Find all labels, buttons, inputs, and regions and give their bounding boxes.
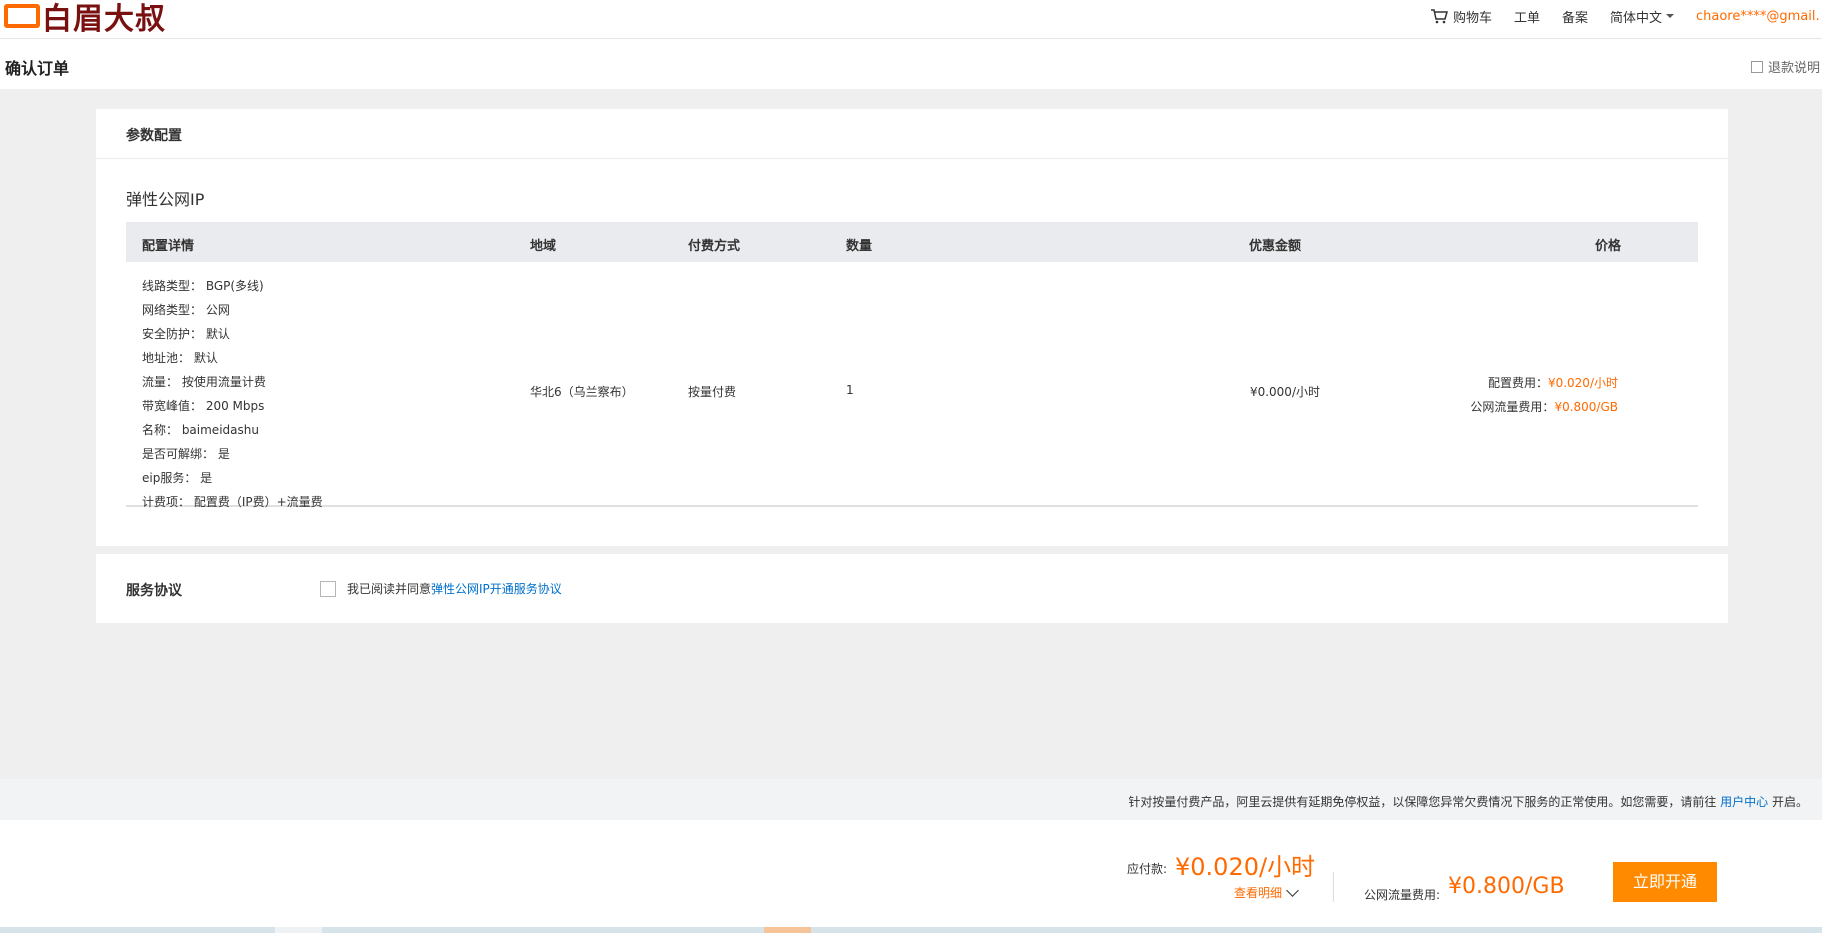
bottom-scroll-strip: [0, 927, 1822, 933]
config-line-network-type: 网络类型： 公网: [142, 303, 230, 317]
quantity-value: 1: [846, 383, 854, 397]
column-discount: 优惠金额: [1249, 239, 1302, 254]
notice-message: 针对按量付费产品，阿里云提供有延期免停权益，以保障您异常欠费情况下服务的正常使用…: [1128, 795, 1721, 809]
price-config-label: 配置费用：: [1487, 376, 1548, 390]
config-line-bandwidth: 带宽峰值： 200 Mbps: [142, 399, 265, 413]
column-payment: 付费方式: [688, 239, 741, 254]
price-traffic-label: 公网流量费用：: [1470, 400, 1555, 414]
table-row: 线路类型： BGP(多线) 网络类型： 公网 安全防护： 默认 地址池： 默认 …: [126, 262, 1698, 509]
agreement-row: 我已阅读并同意 弹性公网IP开通服务协议: [320, 580, 562, 597]
refund-label: 退款说明: [1767, 61, 1820, 76]
config-card-header: 参数配置: [96, 109, 1728, 159]
notice-text: 针对按量付费产品，阿里云提供有延期免停权益，以保障您异常欠费情况下服务的正常使用…: [1128, 793, 1808, 810]
config-line-unbindable: 是否可解绑： 是: [142, 447, 230, 461]
deferral-notice: 针对按量付费产品，阿里云提供有延期免停权益，以保障您异常欠费情况下服务的正常使用…: [0, 779, 1822, 820]
bottom-strip-segment: [764, 927, 811, 933]
payment-value: 按量付费: [688, 385, 737, 399]
config-line-billing-items: 计费项： 配置费（IP费）+流量费: [142, 495, 323, 509]
user-account-link[interactable]: chaore****@gmail.com: [1696, 9, 1820, 24]
language-label: 简体中文: [1609, 10, 1662, 26]
traffic-fee-label: 公网流量费用:: [1364, 888, 1441, 902]
product-name: 弹性公网IP: [126, 190, 205, 209]
column-quantity: 数量: [846, 239, 873, 254]
config-detail-list: 线路类型： BGP(多线) 网络类型： 公网 安全防护： 默认 地址池： 默认 …: [142, 274, 323, 514]
notice-suffix: 开启。: [1768, 795, 1808, 809]
price-traffic: 公网流量费用：¥0.800/GB: [1470, 395, 1618, 419]
cart-label: 购物车: [1452, 10, 1492, 26]
config-card: 参数配置 弹性公网IP 配置详情 地域 付费方式 数量 优惠金额 价格 线路类型…: [96, 109, 1728, 546]
cart-icon: [1430, 9, 1448, 24]
refund-link[interactable]: 退款说明: [1750, 57, 1820, 76]
pay-label: 应付款:: [1127, 862, 1168, 876]
config-line-address-pool: 地址池： 默认: [142, 351, 218, 365]
logo-mark-icon: [4, 4, 40, 28]
region-value: 华北6（乌兰察布）: [530, 385, 634, 399]
config-line-name: 名称： baimeidashu: [142, 423, 259, 437]
pay-amount: ¥0.020/小时: [1175, 853, 1316, 881]
view-details-label: 查看明细: [1234, 886, 1283, 900]
column-region: 地域: [530, 239, 557, 254]
bottom-strip-segment: [275, 927, 322, 933]
order-footer: 应付款: ¥0.020/小时 查看明细 公网流量费用: ¥0.800/GB 立即…: [0, 820, 1822, 927]
agreement-link[interactable]: 弹性公网IP开通服务协议: [431, 580, 562, 597]
config-line-security: 安全防护： 默认: [142, 327, 230, 341]
agreement-card: 服务协议 我已阅读并同意 弹性公网IP开通服务协议: [96, 554, 1728, 623]
agreement-text: 我已阅读并同意: [347, 582, 432, 596]
config-heading: 参数配置: [126, 128, 182, 144]
top-nav: 购物车 工单 备案 简体中文 chaore****@gmail.com: [1430, 0, 1822, 32]
agreement-heading: 服务协议: [126, 583, 182, 599]
column-detail: 配置详情: [142, 239, 195, 254]
top-bar: 白眉大叔 购物车 工单 备案 简体中文 chaore****@gmail.com: [0, 0, 1822, 39]
traffic-fee-amount: ¥0.800/GB: [1448, 874, 1565, 899]
price-config: 配置费用：¥0.020/小时: [1470, 371, 1618, 395]
config-line-traffic: 流量： 按使用流量计费: [142, 375, 266, 389]
title-bar: 确认订单 退款说明: [0, 39, 1822, 89]
config-line-eip-service: eip服务： 是: [142, 471, 213, 485]
logo[interactable]: 白眉大叔: [4, 0, 166, 37]
discount-value: ¥0.000/小时: [1249, 385, 1320, 399]
document-icon: [1750, 60, 1763, 73]
agreement-checkbox[interactable]: [320, 580, 336, 597]
view-details-link[interactable]: 查看明细: [1234, 883, 1299, 901]
config-line-line-type: 线路类型： BGP(多线): [142, 279, 264, 293]
language-dropdown[interactable]: 简体中文: [1610, 7, 1674, 26]
chevron-down-icon: [1666, 14, 1674, 18]
price-traffic-value: ¥0.800/GB: [1554, 400, 1618, 414]
beian-link[interactable]: 备案: [1562, 7, 1588, 26]
price-config-value: ¥0.020/小时: [1547, 376, 1618, 390]
page-title: 确认订单: [5, 59, 70, 78]
price-cell: 配置费用：¥0.020/小时 公网流量费用：¥0.800/GB: [1470, 371, 1618, 419]
cart-link[interactable]: 购物车: [1430, 7, 1492, 26]
table-header: 配置详情 地域 付费方式 数量 优惠金额 价格: [126, 222, 1698, 262]
open-now-button[interactable]: 立即开通: [1613, 862, 1717, 902]
user-center-link[interactable]: 用户中心: [1720, 795, 1768, 809]
footer-divider: [1333, 872, 1334, 902]
column-price: 价格: [1595, 239, 1622, 254]
logo-text: 白眉大叔: [42, 2, 166, 37]
chevron-down-icon: [1286, 883, 1299, 897]
ticket-link[interactable]: 工单: [1514, 7, 1540, 26]
